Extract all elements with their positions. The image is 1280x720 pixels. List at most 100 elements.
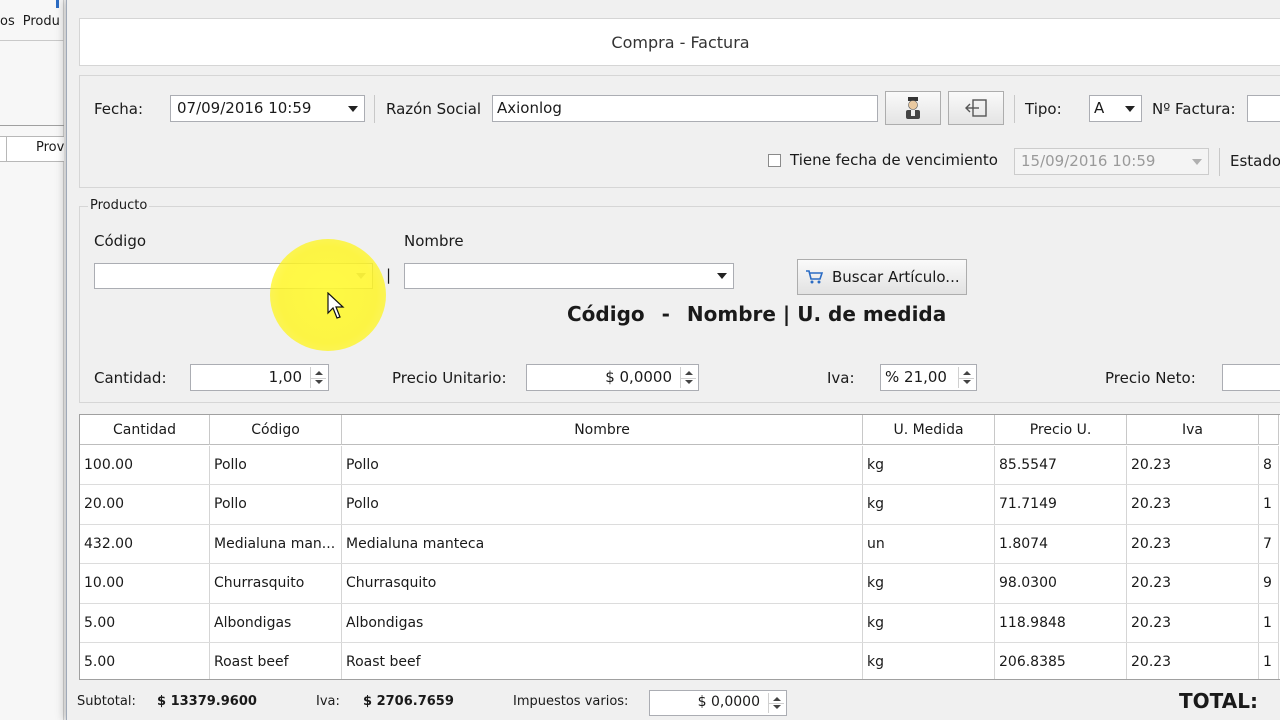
compra-factura-dialog: Compra - Factura Fecha: 07/09/2016 10:59… [66, 0, 1280, 720]
grid-header-preciou[interactable]: Precio U. [995, 415, 1127, 445]
codigo-label: Código [94, 232, 147, 250]
grid-header-iva[interactable]: Iva [1127, 415, 1259, 445]
razon-social-input[interactable]: Axionlog [492, 95, 878, 122]
grid-header-codigo[interactable]: Código [210, 415, 342, 445]
cell-preciou[interactable]: 71.7149 [995, 485, 1127, 524]
vencimiento-checkbox[interactable] [768, 154, 781, 167]
cell-codigo[interactable]: Albondigas [210, 603, 342, 642]
cell-nombre[interactable]: Churrasquito [342, 564, 863, 603]
cell-extra[interactable]: 1 [1259, 642, 1279, 679]
cell-codigo[interactable]: Roast beef [210, 642, 342, 679]
table-row[interactable]: 432.00 Medialuna man... Medialuna manteca u… [80, 524, 1279, 565]
precio-unitario-stepper[interactable]: $ 0,0000 [526, 364, 699, 391]
table-row[interactable]: 100.00 Pollo Pollo kg 85.5547 20.23 8 [80, 446, 1279, 486]
fecha-label: Fecha: [94, 100, 144, 118]
cell-cantidad[interactable]: 432.00 [80, 524, 210, 564]
cantidad-value: 1,00 [268, 368, 302, 386]
iva-stepper[interactable]: % 21,00 [880, 364, 977, 391]
cell-preciou[interactable]: 98.0300 [995, 564, 1127, 603]
buscar-articulo-label: Buscar Artículo... [832, 268, 960, 286]
cell-nombre[interactable]: Pollo [342, 485, 863, 524]
divider [1219, 148, 1220, 176]
cell-nombre[interactable]: Albondigas [342, 603, 863, 642]
spinner-icon[interactable] [958, 367, 974, 388]
cell-iva[interactable]: 20.23 [1127, 564, 1259, 603]
cell-iva[interactable]: 20.23 [1127, 524, 1259, 564]
divider [374, 95, 375, 123]
iva-label: Iva: [827, 369, 855, 387]
cell-iva[interactable]: 20.23 [1127, 485, 1259, 524]
spinner-icon[interactable] [310, 367, 326, 388]
cell-iva[interactable]: 20.23 [1127, 642, 1259, 679]
cell-codigo[interactable]: Pollo [210, 485, 342, 524]
background-grid-column[interactable]: Prov [36, 140, 64, 155]
cell-cantidad[interactable]: 10.00 [80, 564, 210, 603]
precio-neto-input[interactable] [1222, 364, 1280, 391]
chevron-down-icon[interactable] [713, 266, 731, 286]
cell-iva[interactable]: 20.23 [1127, 446, 1259, 485]
grid-header-extra[interactable] [1259, 415, 1279, 445]
cell-umedida[interactable]: kg [863, 446, 995, 485]
nombre-combobox[interactable] [404, 263, 734, 289]
cell-cantidad[interactable]: 20.00 [80, 485, 210, 524]
cell-preciou[interactable]: 206.8385 [995, 642, 1127, 679]
cell-preciou[interactable]: 85.5547 [995, 446, 1127, 485]
product-summary: Código - Nombre | U. de medida [567, 302, 946, 326]
factura-input[interactable] [1247, 95, 1280, 122]
cell-codigo[interactable]: Churrasquito [210, 564, 342, 603]
cell-codigo[interactable]: Medialuna man... [210, 524, 342, 564]
select-provider-button[interactable] [885, 91, 941, 125]
fecha-datepicker[interactable]: 07/09/2016 10:59 [170, 95, 365, 122]
cell-preciou[interactable]: 118.9848 [995, 603, 1127, 642]
cell-umedida[interactable]: un [863, 524, 995, 564]
cell-extra[interactable]: 8 [1259, 446, 1279, 485]
summary-nombre: Nombre | U. de medida [686, 302, 947, 326]
cell-umedida[interactable]: kg [863, 642, 995, 679]
cantidad-stepper[interactable]: 1,00 [190, 364, 329, 391]
chevron-down-icon[interactable] [1121, 98, 1139, 119]
cell-umedida[interactable]: kg [863, 603, 995, 642]
login-button[interactable] [948, 91, 1004, 125]
background-menu-item[interactable]: os [0, 14, 15, 29]
cell-preciou[interactable]: 1.8074 [995, 524, 1127, 564]
grid-header-cantidad[interactable]: Cantidad [80, 415, 210, 445]
table-row[interactable]: 5.00 Albondigas Albondigas kg 118.9848 20.23 1 [80, 603, 1279, 643]
cell-nombre[interactable]: Pollo [342, 446, 863, 485]
buscar-articulo-button[interactable]: Buscar Artículo... [797, 259, 967, 295]
impuestos-stepper[interactable]: $ 0,0000 [649, 690, 787, 716]
table-row[interactable]: 10.00 Churrasquito Churrasquito kg 98.0300 20… [80, 564, 1279, 604]
iva-value: % 21,00 [885, 368, 947, 386]
spinner-icon[interactable] [680, 367, 696, 388]
cell-cantidad[interactable]: 5.00 [80, 642, 210, 679]
background-menu-item[interactable]: Produ [23, 14, 60, 29]
window-title: Compra - Factura [611, 33, 750, 52]
cell-extra[interactable]: 1 [1259, 603, 1279, 642]
cell-extra[interactable]: 9 [1259, 564, 1279, 603]
cell-nombre[interactable]: Roast beef [342, 642, 863, 679]
items-grid[interactable]: Cantidad Código Nombre U. Medida Precio U. Iv… [79, 414, 1280, 680]
vencimiento-datepicker[interactable]: 15/09/2016 10:59 [1014, 148, 1209, 175]
cell-cantidad[interactable]: 100.00 [80, 446, 210, 485]
tipo-select[interactable]: A [1089, 95, 1142, 122]
background-grid-header: Prov [0, 136, 64, 162]
cell-extra[interactable]: 1 [1259, 485, 1279, 524]
tipo-value: A [1094, 99, 1105, 117]
cell-umedida[interactable]: kg [863, 485, 995, 524]
cell-cantidad[interactable]: 5.00 [80, 603, 210, 642]
subtotal-value: $ 13379.9600 [157, 694, 257, 709]
chevron-down-icon[interactable] [344, 98, 362, 119]
table-row[interactable]: 5.00 Roast beef Roast beef kg 206.8385 20.23 1 [80, 642, 1279, 679]
chevron-down-icon[interactable] [1188, 151, 1206, 172]
cell-codigo[interactable]: Pollo [210, 446, 342, 485]
spinner-icon[interactable] [768, 693, 784, 713]
grid-header-nombre[interactable]: Nombre [342, 415, 863, 445]
grid-header-umedida[interactable]: U. Medida [863, 415, 995, 445]
cell-iva[interactable]: 20.23 [1127, 603, 1259, 642]
table-row[interactable]: 20.00 Pollo Pollo kg 71.7149 20.23 1 [80, 485, 1279, 525]
cell-nombre[interactable]: Medialuna manteca [342, 524, 863, 564]
producto-group-label: Producto [88, 198, 150, 213]
field-separator: | [386, 266, 392, 284]
grid-body: 100.00 Pollo Pollo kg 85.5547 20.23 8 20.00 Poll… [80, 446, 1279, 679]
cell-extra[interactable]: 7 [1259, 524, 1279, 564]
cell-umedida[interactable]: kg [863, 564, 995, 603]
